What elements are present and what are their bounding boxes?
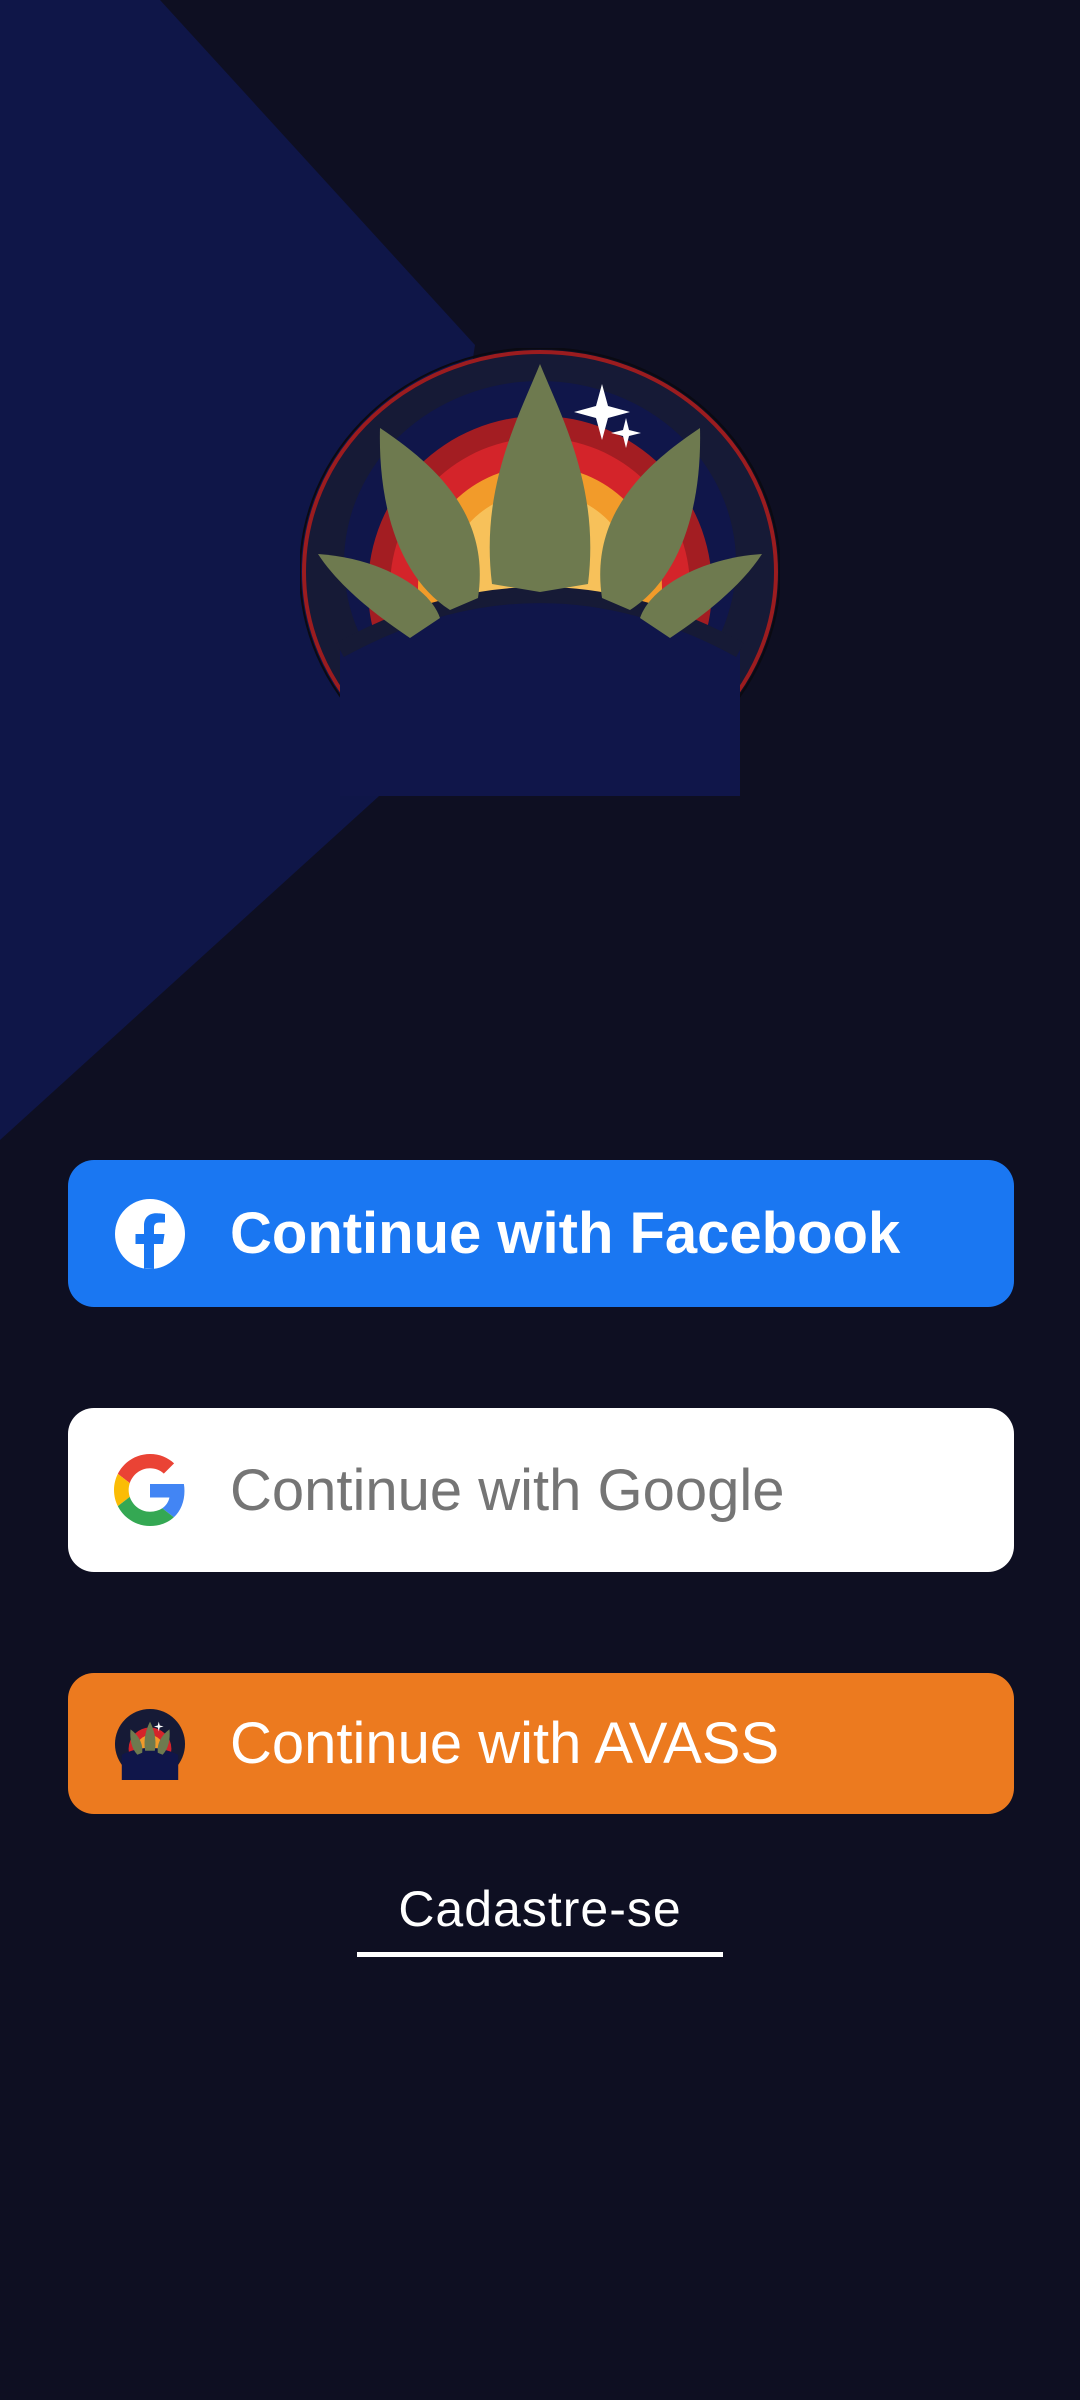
avass-logo-icon	[114, 1708, 186, 1780]
continue-with-facebook-button[interactable]: Continue with Facebook	[68, 1160, 1014, 1307]
google-button-label: Continue with Google	[230, 1457, 785, 1523]
facebook-button-label: Continue with Facebook	[230, 1201, 901, 1266]
avass-logo	[300, 348, 780, 796]
google-icon	[114, 1454, 186, 1526]
signup-link[interactable]: Cadastre-se	[357, 1880, 723, 1938]
continue-with-google-button[interactable]: Continue with Google	[68, 1408, 1014, 1572]
avass-button-label: Continue with AVASS	[230, 1711, 780, 1776]
facebook-icon	[114, 1198, 186, 1270]
continue-with-avass-button[interactable]: Continue with AVASS	[68, 1673, 1014, 1814]
signup-underline	[357, 1952, 723, 1957]
